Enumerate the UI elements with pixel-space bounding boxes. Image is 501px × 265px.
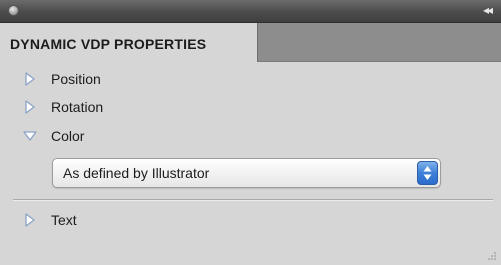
property-label-rotation: Rotation <box>51 99 104 115</box>
collapse-panel-icon[interactable]: ◂◂ <box>479 2 495 18</box>
disclosure-triangle-down-icon[interactable] <box>22 128 38 144</box>
property-row-position[interactable]: Position <box>22 67 101 91</box>
property-row-rotation[interactable]: Rotation <box>22 95 103 119</box>
property-label-text: Text <box>51 212 77 228</box>
dynamic-vdp-properties-panel: ◂◂ DYNAMIC VDP PROPERTIES Position Rotat… <box>0 0 501 265</box>
resize-grip-icon[interactable] <box>485 249 497 261</box>
up-down-arrows-icon[interactable] <box>417 161 438 185</box>
tab-strip: DYNAMIC VDP PROPERTIES <box>0 23 501 62</box>
property-label-color: Color <box>51 128 85 144</box>
section-divider <box>13 199 493 201</box>
property-row-color[interactable]: Color <box>22 124 84 148</box>
property-row-text[interactable]: Text <box>22 208 77 232</box>
color-source-select[interactable]: As defined by Illustrator <box>52 158 441 188</box>
color-source-select-value: As defined by Illustrator <box>63 165 210 181</box>
disclosure-triangle-right-icon[interactable] <box>22 99 38 115</box>
panel-titlebar[interactable]: ◂◂ <box>0 0 501 23</box>
close-icon[interactable] <box>8 5 19 16</box>
tab-label: DYNAMIC VDP PROPERTIES <box>10 36 207 52</box>
tab-dynamic-vdp-properties[interactable]: DYNAMIC VDP PROPERTIES <box>0 23 258 62</box>
disclosure-triangle-right-icon[interactable] <box>22 71 38 87</box>
property-label-position: Position <box>51 71 101 87</box>
disclosure-triangle-right-icon[interactable] <box>22 212 38 228</box>
